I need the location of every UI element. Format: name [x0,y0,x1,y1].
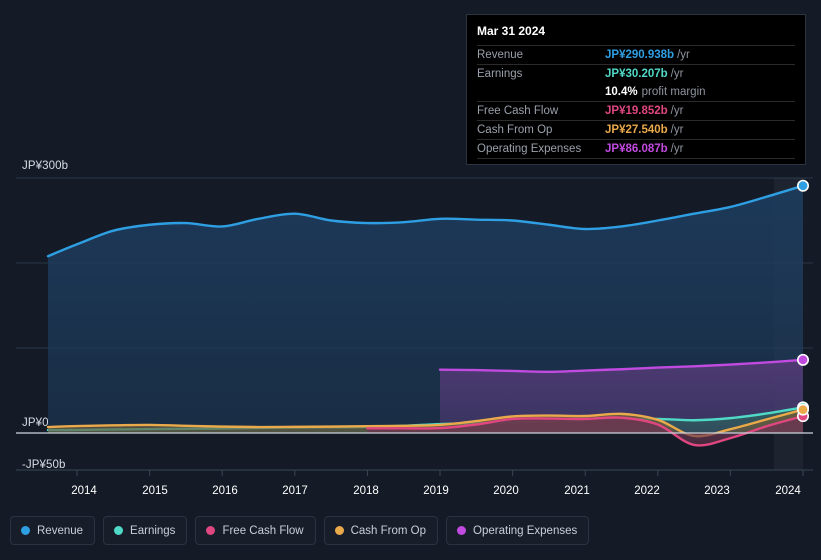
tooltip-unit-cash-from-op: /yr [671,124,684,136]
legend-item-cash-from-op[interactable]: Cash From Op [324,516,438,545]
legend-item-operating-expenses[interactable]: Operating Expenses [446,516,589,545]
x-axis-label-2022: 2022 [634,485,660,497]
endpoint-marker-operating-expenses [798,355,808,365]
tooltip-value-operating-expenses: JP¥86.087b [605,143,668,155]
chart-legend: Revenue Earnings Free Cash Flow Cash Fro… [10,516,589,545]
tooltip-unit-profit-margin: profit margin [642,86,706,98]
legend-label-earnings: Earnings [130,525,175,537]
tooltip-value-cash-from-op: JP¥27.540b [605,124,668,136]
x-axis-label-2024: 2024 [775,485,801,497]
tooltip-row-cash-from-op: Cash From Op JP¥27.540b /yr [477,120,795,139]
x-axis-label-2019: 2019 [423,485,449,497]
legend-item-earnings[interactable]: Earnings [103,516,187,545]
x-axis-label-2014: 2014 [71,485,97,497]
legend-label-revenue: Revenue [37,525,83,537]
tooltip-value-free-cash-flow: JP¥19.852b [605,105,668,117]
tooltip-value-profit-margin: 10.4% [605,86,638,98]
tooltip-unit-revenue: /yr [677,49,690,61]
tooltip-unit-operating-expenses: /yr [671,143,684,155]
endpoint-marker-revenue [798,181,808,191]
legend-label-free-cash-flow: Free Cash Flow [222,525,303,537]
legend-label-cash-from-op: Cash From Op [351,525,426,537]
tooltip-row-operating-expenses: Operating Expenses JP¥86.087b /yr [477,139,795,159]
tooltip-row-revenue: Revenue JP¥290.938b /yr [477,45,795,64]
tooltip-key-cash-from-op: Cash From Op [477,124,605,136]
tooltip-row-earnings: Earnings JP¥30.207b /yr [477,64,795,83]
legend-dot-revenue-icon [21,526,30,535]
legend-dot-operating-expenses-icon [457,526,466,535]
x-axis-label-2023: 2023 [704,485,730,497]
endpoint-marker-cash-from-op [798,404,808,414]
y-axis-label-0: JP¥0 [22,417,49,429]
tooltip-value-revenue: JP¥290.938b [605,49,674,61]
legend-item-revenue[interactable]: Revenue [10,516,95,545]
legend-dot-cash-from-op-icon [335,526,344,535]
tooltip-date: Mar 31 2024 [477,23,795,45]
tooltip-row-free-cash-flow: Free Cash Flow JP¥19.852b /yr [477,101,795,120]
tooltip-value-earnings: JP¥30.207b [605,68,668,80]
x-axis-label-2018: 2018 [353,485,379,497]
legend-label-operating-expenses: Operating Expenses [473,525,577,537]
x-axis-label-2015: 2015 [142,485,168,497]
tooltip-unit-earnings: /yr [671,68,684,80]
financial-performance-chart: JP¥300b JP¥0 -JP¥50b 2014 2015 2016 2017… [0,0,821,560]
x-axis-label-2021: 2021 [564,485,590,497]
tooltip-key-operating-expenses: Operating Expenses [477,143,605,155]
tooltip-unit-free-cash-flow: /yr [671,105,684,117]
chart-tooltip: Mar 31 2024 Revenue JP¥290.938b /yr Earn… [466,14,806,165]
x-axis-label-2016: 2016 [212,485,238,497]
x-axis-label-2017: 2017 [282,485,308,497]
x-axis-label-2020: 2020 [493,485,519,497]
legend-item-free-cash-flow[interactable]: Free Cash Flow [195,516,315,545]
tooltip-row-profit-margin: 10.4% profit margin [477,83,795,101]
legend-dot-earnings-icon [114,526,123,535]
y-axis-label-300b: JP¥300b [22,160,68,172]
tooltip-key-free-cash-flow: Free Cash Flow [477,105,605,117]
tooltip-key-revenue: Revenue [477,49,605,61]
legend-dot-free-cash-flow-icon [206,526,215,535]
y-axis-label-neg50b: -JP¥50b [22,459,66,471]
tooltip-key-earnings: Earnings [477,68,605,80]
